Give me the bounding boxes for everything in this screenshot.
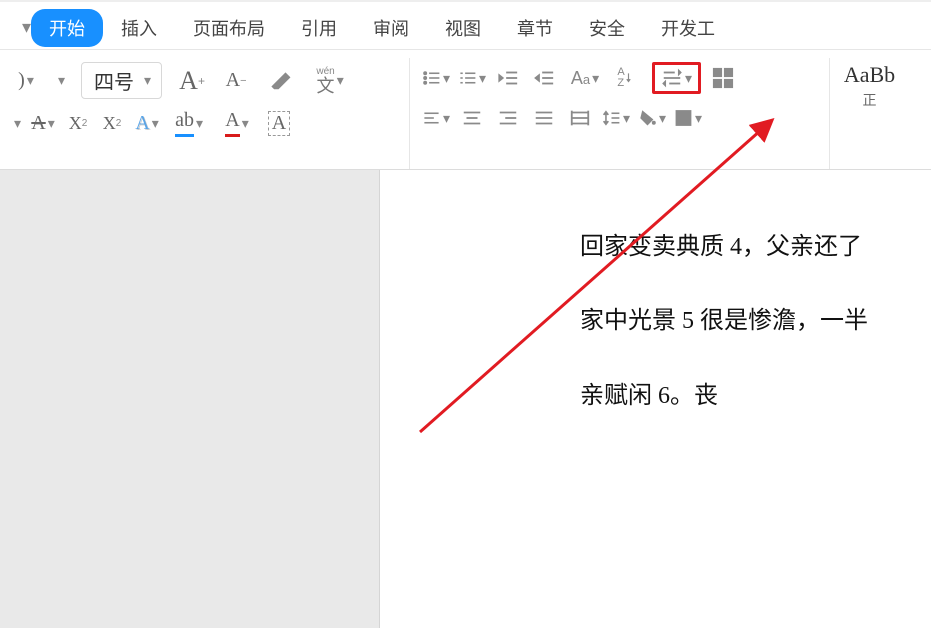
doc-paragraph-3[interactable]: 亲赋闲 6。丧 xyxy=(380,359,931,433)
decrease-indent-button[interactable] xyxy=(494,64,522,92)
sort-button[interactable]: AZ xyxy=(612,64,644,92)
align-center-button[interactable] xyxy=(458,104,486,132)
font-size-select[interactable]: 四号 ▾ xyxy=(81,62,162,99)
borders-button[interactable]: ▾ xyxy=(674,104,702,132)
paragraph-group: ▾ ▾ xyxy=(410,58,830,169)
dropdown-icon: ▾ xyxy=(22,17,31,38)
tab-view[interactable]: 视图 xyxy=(427,9,499,47)
doc-paragraph-1[interactable]: 回家变卖典质 4，父亲还了 xyxy=(380,210,931,284)
highlight-button[interactable]: ab ▾ xyxy=(169,109,209,137)
tab-review[interactable]: 审阅 xyxy=(355,9,427,47)
bulleted-list-button[interactable]: ▾ xyxy=(422,64,450,92)
generic-dropdown-left[interactable]: ) ▾ xyxy=(12,67,40,95)
font-group: ) ▾ ▾ 四号 ▾ A+ A− wén文 xyxy=(0,58,410,169)
quick-access-dropdown[interactable]: ▾ xyxy=(22,17,31,38)
change-case-button[interactable]: Aa ▾ xyxy=(566,64,604,92)
font-family-dropdown-chevron[interactable]: ▾ xyxy=(58,72,65,89)
phonetic-guide[interactable]: wén文 ▾ xyxy=(310,67,350,95)
shading-button[interactable]: ▾ xyxy=(638,104,666,132)
tab-chapter[interactable]: 章节 xyxy=(499,9,571,47)
tab-security[interactable]: 安全 xyxy=(571,9,643,47)
decrease-font-size[interactable]: A− xyxy=(222,67,250,95)
align-justify-button[interactable] xyxy=(530,104,558,132)
insert-grid-button[interactable] xyxy=(709,64,737,92)
increase-font-size[interactable]: A+ xyxy=(178,67,206,95)
align-right-button[interactable] xyxy=(494,104,522,132)
style-normal[interactable]: AaBb 正 xyxy=(842,62,897,110)
document-page[interactable]: 回家变卖典质 4，父亲还了 家中光景 5 很是惨澹，一半 亲赋闲 6。丧 xyxy=(380,170,931,628)
tab-insert[interactable]: 插入 xyxy=(103,9,175,47)
tabs-row: ▾ 开始 插入 页面布局 引用 审阅 视图 章节 安全 开发工 xyxy=(0,2,931,50)
tab-dev-tools[interactable]: 开发工 xyxy=(643,9,733,47)
clear-formatting[interactable] xyxy=(266,67,294,95)
align-left-button[interactable]: ▾ xyxy=(422,104,450,132)
tab-start[interactable]: 开始 xyxy=(31,9,103,47)
doc-paragraph-2[interactable]: 家中光景 5 很是惨澹，一半 xyxy=(380,284,931,358)
font-color-button[interactable]: A ▾ xyxy=(217,109,257,137)
styles-group: AaBb 正 xyxy=(830,58,909,169)
superscript-button[interactable]: X2 xyxy=(65,109,91,137)
canvas-background xyxy=(0,170,380,628)
increase-indent-button[interactable] xyxy=(530,64,558,92)
ribbon: ) ▾ ▾ 四号 ▾ A+ A− wén文 xyxy=(0,50,931,170)
paragraph-layout-button-highlighted[interactable]: ▾ xyxy=(652,62,701,94)
tab-reference[interactable]: 引用 xyxy=(283,9,355,47)
tab-page-layout[interactable]: 页面布局 xyxy=(175,9,283,47)
strikethrough-button[interactable]: A ▾ xyxy=(29,109,57,137)
text-effects-button[interactable]: A ▾ xyxy=(133,109,161,137)
character-border-button[interactable]: A xyxy=(265,109,293,137)
numbered-list-button[interactable]: ▾ xyxy=(458,64,486,92)
line-spacing-button[interactable]: ▾ xyxy=(602,104,630,132)
subscript-button[interactable]: X2 xyxy=(99,109,125,137)
font-family-dropdown-2[interactable]: ▾ xyxy=(14,115,21,132)
distribute-button[interactable] xyxy=(566,104,594,132)
document-area: 回家变卖典质 4，父亲还了 家中光景 5 很是惨澹，一半 亲赋闲 6。丧 xyxy=(0,170,931,628)
chevron-down-icon: ▾ xyxy=(144,72,151,89)
font-size-value: 四号 xyxy=(94,66,134,95)
